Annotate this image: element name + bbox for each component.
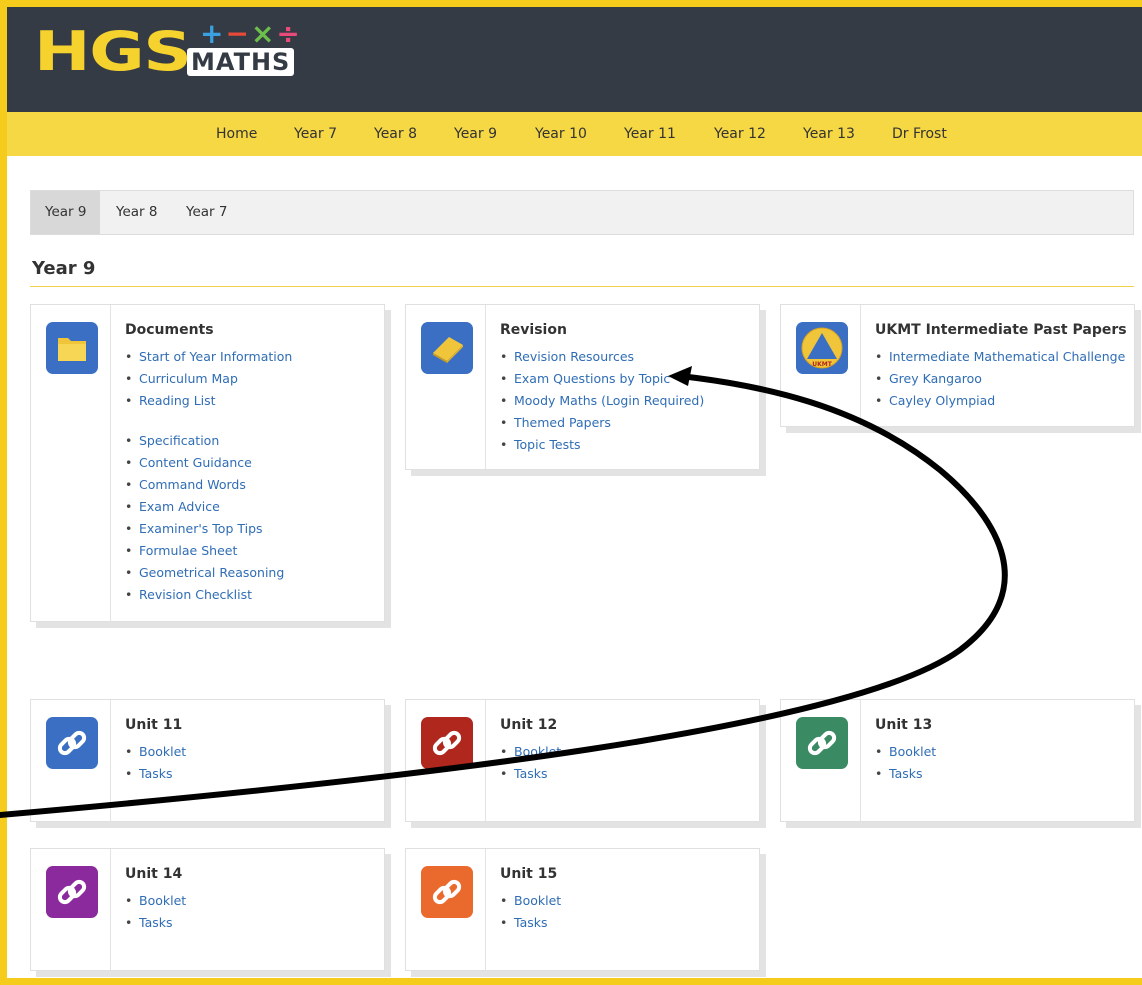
unit-14-links: Booklet Tasks: [125, 890, 186, 934]
unit-13-links: Booklet Tasks: [875, 741, 936, 785]
nav-year-7[interactable]: Year 7: [294, 112, 337, 156]
link-booklet[interactable]: Booklet: [500, 890, 561, 912]
nav-dr-frost[interactable]: Dr Frost: [892, 112, 947, 156]
documents-card: Documents Start of Year Information Curr…: [30, 304, 385, 622]
unit-15-links: Booklet Tasks: [500, 890, 561, 934]
card-title: Unit 14: [125, 866, 183, 882]
logo-hgs-text: HGS: [34, 20, 192, 83]
link-booklet[interactable]: Booklet: [125, 890, 186, 912]
nav-year-13[interactable]: Year 13: [803, 112, 855, 156]
ukmt-card: UKMT UKMT Intermediate Past Papers Inter…: [780, 304, 1135, 427]
link-intermediate-mathematical-challenge[interactable]: Intermediate Mathematical Challenge: [875, 346, 1125, 368]
link-exam-questions-by-topic[interactable]: Exam Questions by Topic: [500, 368, 704, 390]
link-tasks[interactable]: Tasks: [875, 763, 936, 785]
plus-icon: +: [200, 17, 226, 50]
tab-year-7[interactable]: Year 7: [172, 191, 241, 234]
unit-14-card: Unit 14 Booklet Tasks: [30, 848, 385, 971]
header-bar: HGS +−×÷ MATHS: [0, 0, 1142, 112]
year-tabs: Year 9 Year 8 Year 7: [30, 190, 1134, 235]
link-examiners-top-tips[interactable]: Examiner's Top Tips: [125, 518, 292, 540]
link-cayley-olympiad[interactable]: Cayley Olympiad: [875, 390, 1125, 412]
link-command-words[interactable]: Command Words: [125, 474, 292, 496]
page-title: Year 9: [32, 258, 96, 279]
unit-13-card: Unit 13 Booklet Tasks: [780, 699, 1135, 822]
link-specification[interactable]: Specification: [125, 430, 292, 452]
link-booklet[interactable]: Booklet: [125, 741, 186, 763]
folder-icon: [46, 322, 98, 374]
revision-links: Revision Resources Exam Questions by Top…: [500, 346, 704, 456]
ukmt-icon-label: UKMT: [812, 361, 832, 368]
link-icon: [421, 717, 473, 769]
card-title: Unit 11: [125, 717, 183, 733]
main-nav: Home Year 7 Year 8 Year 9 Year 10 Year 1…: [0, 112, 1142, 156]
ukmt-links: Intermediate Mathematical Challenge Grey…: [875, 346, 1125, 412]
link-icon: [46, 717, 98, 769]
documents-links: Start of Year Information Curriculum Map…: [125, 346, 292, 606]
link-icon: [796, 717, 848, 769]
divide-icon: ÷: [276, 17, 302, 50]
nav-year-10[interactable]: Year 10: [535, 112, 587, 156]
tab-year-8[interactable]: Year 8: [102, 191, 171, 234]
link-tasks[interactable]: Tasks: [125, 763, 186, 785]
unit-12-card: Unit 12 Booklet Tasks: [405, 699, 760, 822]
tab-year-9[interactable]: Year 9: [31, 191, 101, 234]
link-grey-kangaroo[interactable]: Grey Kangaroo: [875, 368, 1125, 390]
nav-year-12[interactable]: Year 12: [714, 112, 766, 156]
link-topic-tests[interactable]: Topic Tests: [500, 434, 704, 456]
link-tasks[interactable]: Tasks: [125, 912, 186, 934]
link-formulae-sheet[interactable]: Formulae Sheet: [125, 540, 292, 562]
link-revision-resources[interactable]: Revision Resources: [500, 346, 704, 368]
book-icon: [421, 322, 473, 374]
nav-year-9[interactable]: Year 9: [454, 112, 497, 156]
card-title: UKMT Intermediate Past Papers: [875, 322, 1127, 338]
link-tasks[interactable]: Tasks: [500, 763, 561, 785]
link-booklet[interactable]: Booklet: [875, 741, 936, 763]
link-tasks[interactable]: Tasks: [500, 912, 561, 934]
link-revision-checklist[interactable]: Revision Checklist: [125, 584, 292, 606]
revision-card: Revision Revision Resources Exam Questio…: [405, 304, 760, 470]
minus-icon: −: [225, 17, 251, 50]
card-title: Revision: [500, 322, 567, 338]
logo-operators: +−×÷: [200, 20, 302, 48]
link-themed-papers[interactable]: Themed Papers: [500, 412, 704, 434]
unit-11-links: Booklet Tasks: [125, 741, 186, 785]
link-content-guidance[interactable]: Content Guidance: [125, 452, 292, 474]
times-icon: ×: [250, 17, 277, 50]
link-start-of-year-information[interactable]: Start of Year Information: [125, 346, 292, 368]
link-reading-list[interactable]: Reading List: [125, 390, 292, 412]
card-title: Documents: [125, 322, 214, 338]
link-moody-maths[interactable]: Moody Maths (Login Required): [500, 390, 704, 412]
card-title: Unit 13: [875, 717, 933, 733]
heading-divider: [30, 286, 1134, 287]
card-title: Unit 12: [500, 717, 558, 733]
nav-home[interactable]: Home: [216, 112, 257, 156]
card-title: Unit 15: [500, 866, 558, 882]
ukmt-icon: UKMT: [796, 322, 848, 374]
nav-year-11[interactable]: Year 11: [624, 112, 676, 156]
nav-year-8[interactable]: Year 8: [374, 112, 417, 156]
link-curriculum-map[interactable]: Curriculum Map: [125, 368, 292, 390]
link-icon: [421, 866, 473, 918]
link-booklet[interactable]: Booklet: [500, 741, 561, 763]
unit-12-links: Booklet Tasks: [500, 741, 561, 785]
logo-maths-text: MATHS: [187, 48, 295, 76]
link-geometrical-reasoning[interactable]: Geometrical Reasoning: [125, 562, 292, 584]
unit-11-card: Unit 11 Booklet Tasks: [30, 699, 385, 822]
link-exam-advice[interactable]: Exam Advice: [125, 496, 292, 518]
unit-15-card: Unit 15 Booklet Tasks: [405, 848, 760, 971]
link-icon: [46, 866, 98, 918]
